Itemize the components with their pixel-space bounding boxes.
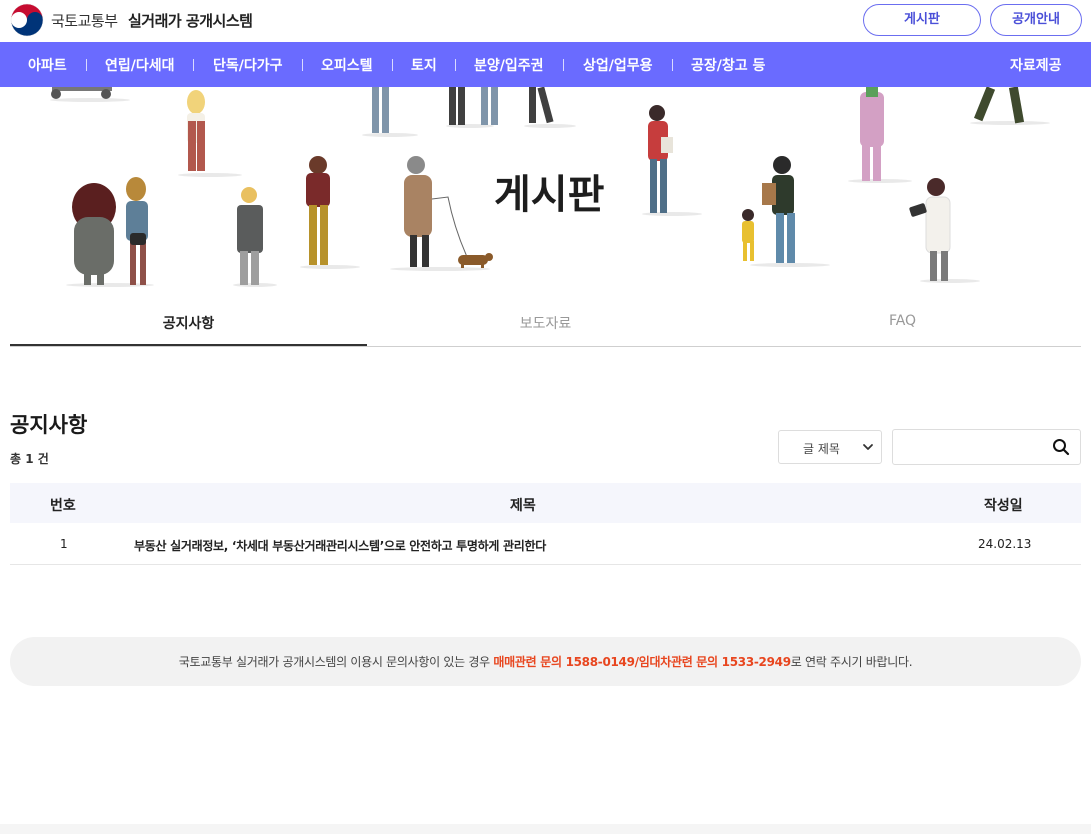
nav-separator — [193, 59, 194, 71]
chevron-down-icon — [863, 444, 873, 450]
nav-item-land[interactable]: 토지 — [411, 55, 437, 75]
nav-separator — [455, 59, 456, 71]
hero-banner: 게시판 — [0, 87, 1091, 287]
column-header-title: 제목 — [510, 498, 536, 514]
tab-notices[interactable]: 공지사항 — [10, 313, 367, 333]
search-icon[interactable] — [1052, 438, 1070, 456]
nav-item-detached-house[interactable]: 단독/다가구 — [213, 55, 283, 75]
nav-item-commercial[interactable]: 상업/업무용 — [583, 55, 653, 75]
board-tabs: 공지사항 보도자료 FAQ — [10, 300, 1081, 347]
nav-item-data-provision[interactable]: 자료제공 — [1010, 55, 1062, 75]
top-header: 국토교통부 실거래가 공개시스템 게시판 공개안내 — [0, 0, 1091, 42]
search-box — [892, 429, 1081, 465]
notice-phone-highlight: 매매관련 문의 1588-0149/임대차관련 문의 1533-2949 — [493, 655, 791, 669]
system-name[interactable]: 실거래가 공개시스템 — [128, 10, 253, 31]
footer-strip — [0, 824, 1091, 834]
nav-separator — [392, 59, 393, 71]
contact-notice-text: 국토교통부 실거래가 공개시스템의 이용시 문의사항이 있는 경우 매매관련 문… — [10, 653, 1081, 670]
column-header-date: 작성일 — [984, 498, 1023, 514]
board-button[interactable]: 게시판 — [863, 4, 981, 36]
nav-separator — [302, 59, 303, 71]
nav-separator — [672, 59, 673, 71]
contact-notice: 국토교통부 실거래가 공개시스템의 이용시 문의사항이 있는 경우 매매관련 문… — [10, 637, 1081, 686]
nav-separator — [86, 59, 87, 71]
tab-press-releases[interactable]: 보도자료 — [367, 313, 724, 333]
row-number: 1 — [60, 537, 68, 551]
active-tab-indicator — [10, 344, 367, 346]
total-count: 총 1 건 — [10, 452, 49, 466]
column-header-number: 번호 — [50, 498, 76, 514]
government-emblem-icon[interactable] — [10, 3, 44, 37]
search-field-select-value: 글 제목 — [803, 442, 840, 456]
notice-prefix: 국토교통부 실거래가 공개시스템의 이용시 문의사항이 있는 경우 — [178, 655, 494, 669]
table-header: 번호 제목 작성일 — [10, 483, 1081, 523]
table-row[interactable]: 1 부동산 실거래정보, ‘차세대 부동산거래관리시스템’으로 안전하고 투명하… — [10, 523, 1081, 565]
nav-item-apartment[interactable]: 아파트 — [28, 55, 67, 75]
section-title: 공지사항 — [10, 413, 88, 437]
search-field-select[interactable]: 글 제목 — [778, 430, 882, 464]
search-input[interactable] — [901, 436, 1045, 460]
nav-item-factory[interactable]: 공장/창고 등 — [691, 55, 765, 75]
nav-item-officetel[interactable]: 오피스텔 — [321, 55, 373, 75]
hero-title-text: 게시판 — [494, 172, 605, 218]
disclosure-info-button[interactable]: 공개안내 — [990, 4, 1082, 36]
row-date: 24.02.13 — [978, 537, 1032, 551]
ministry-name[interactable]: 국토교통부 — [51, 10, 118, 31]
nav-item-row-house[interactable]: 연립/다세대 — [105, 55, 175, 75]
nav-item-presale[interactable]: 분양/입주권 — [474, 55, 544, 75]
row-title-link[interactable]: 부동산 실거래정보, ‘차세대 부동산거래관리시스템’으로 안전하고 투명하게 … — [134, 537, 546, 554]
main-nav: 아파트 연립/다세대 단독/다가구 오피스텔 토지 분양/입주권 상업/업무용 … — [0, 42, 1091, 87]
notice-suffix: 로 연락 주시기 바랍니다. — [790, 655, 913, 669]
tab-faq[interactable]: FAQ — [724, 313, 1081, 329]
nav-separator — [563, 59, 564, 71]
